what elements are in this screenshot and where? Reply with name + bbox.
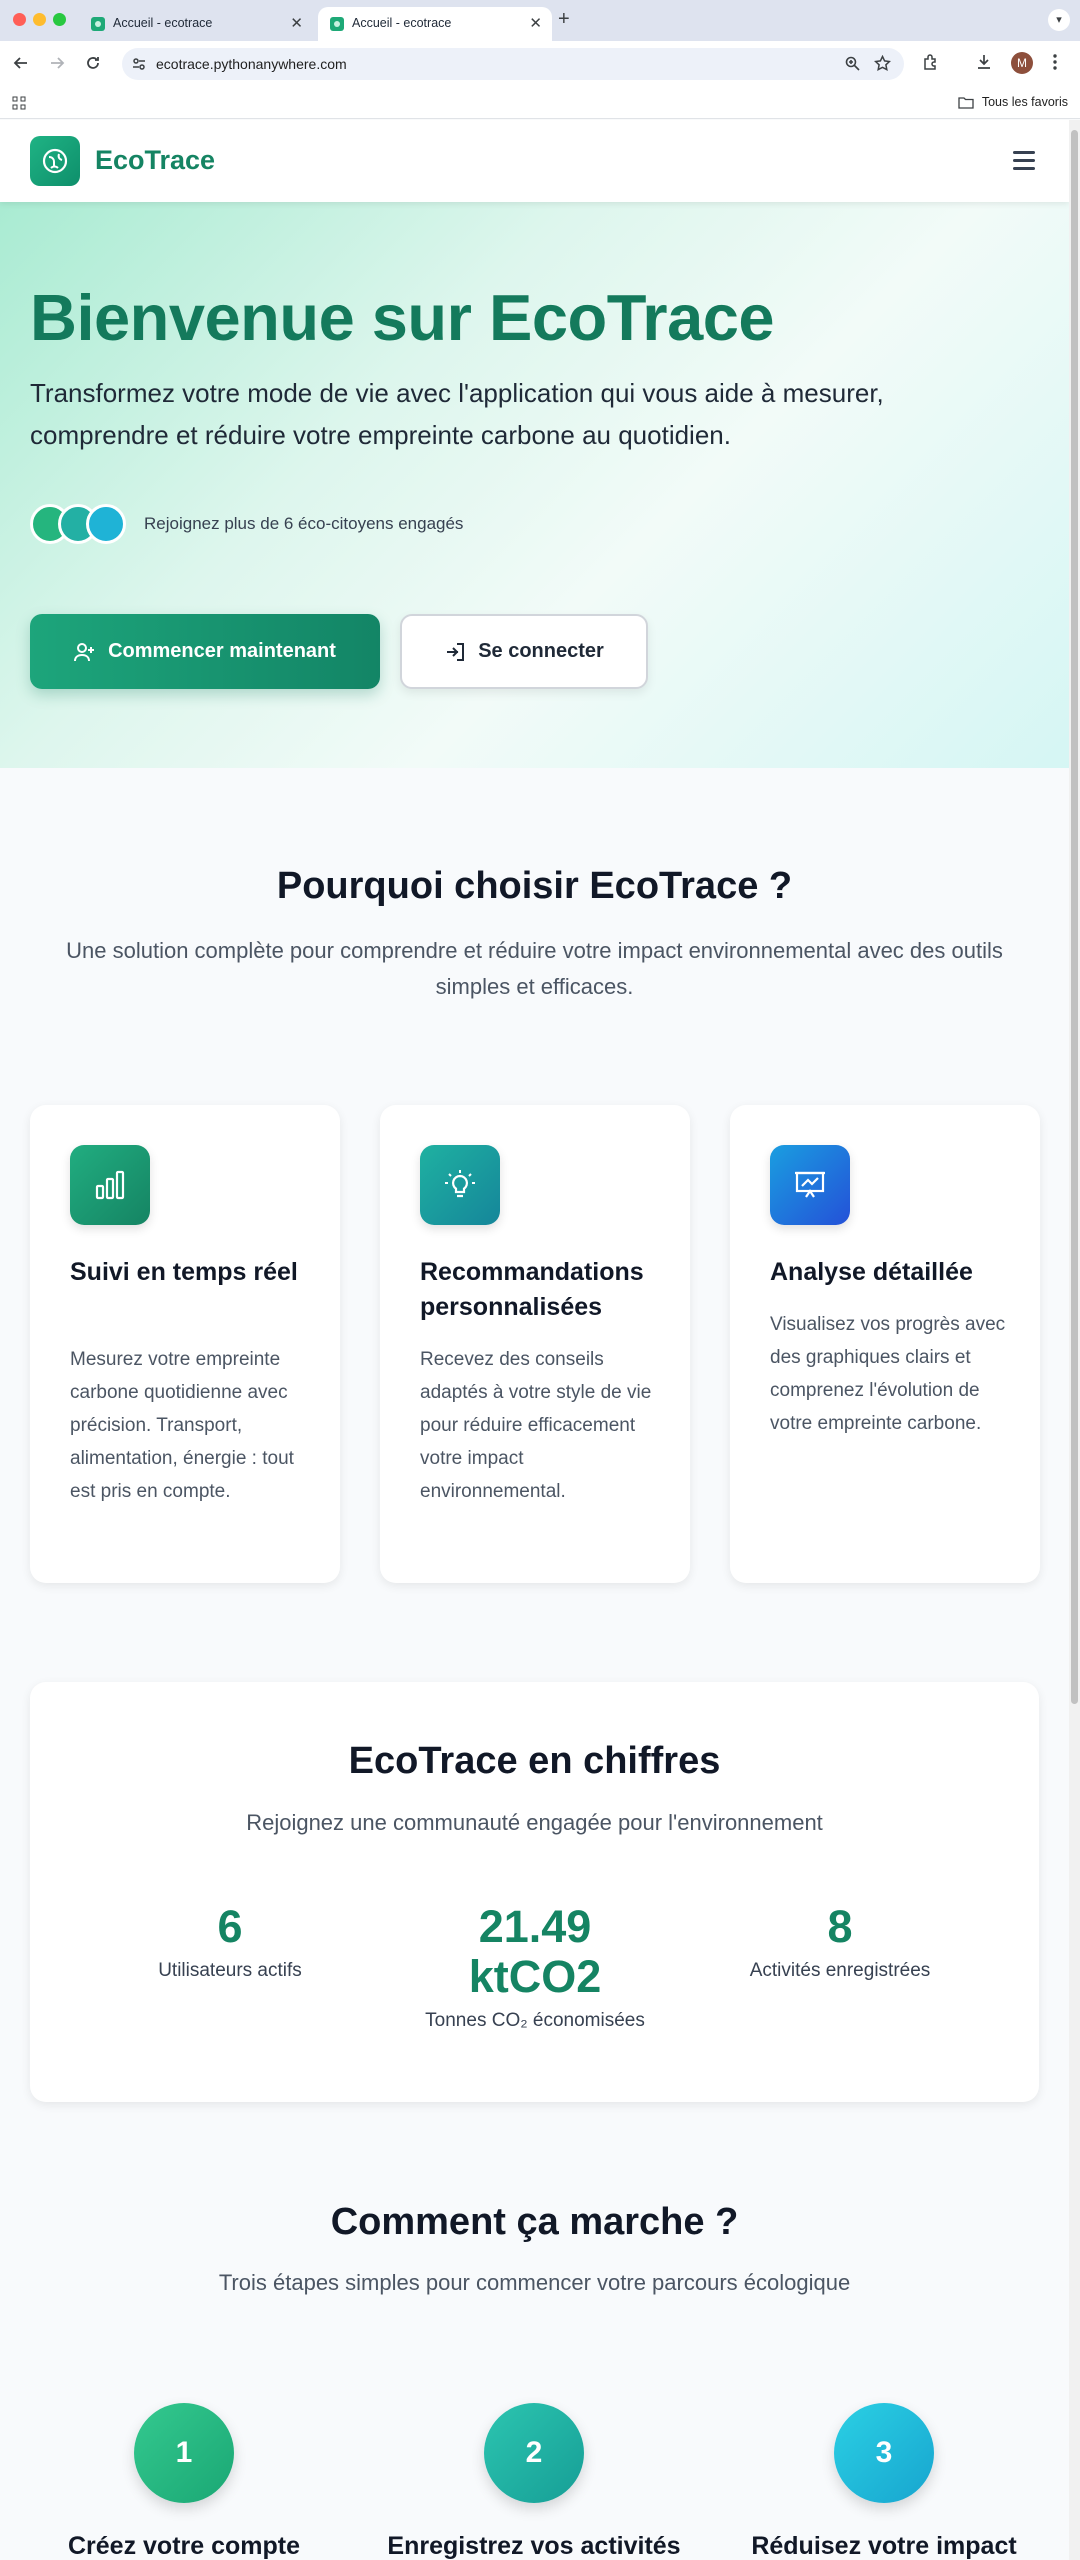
tab-search-chevron-icon[interactable]: ▾: [1048, 9, 1070, 31]
stat-value: 6: [217, 1901, 243, 1952]
social-proof-text: Rejoignez plus de 6 éco-citoyens engagés: [144, 514, 464, 533]
start-now-button[interactable]: Commencer maintenant: [30, 614, 380, 689]
browser-tab-1[interactable]: Accueil - ecotrace ✕: [79, 7, 313, 41]
step-2-title: Enregistrez vos activités: [387, 2532, 681, 2560]
browser-toolbar: ecotrace.pythonanywhere.com M: [0, 41, 1080, 86]
favicon-icon: [91, 17, 105, 31]
browser-tab-2-active[interactable]: Accueil - ecotrace ✕: [318, 7, 552, 41]
bar-chart-icon: [70, 1145, 150, 1225]
stats-subtitle: Rejoignez une communauté engagée pour l'…: [246, 1810, 823, 1835]
user-plus-icon: [74, 642, 95, 661]
tab-title: Accueil - ecotrace: [113, 16, 213, 30]
favicon-icon: [330, 17, 344, 31]
menu-hamburger-icon[interactable]: [1013, 151, 1035, 175]
minimize-window-button[interactable]: [33, 13, 46, 26]
feature-card-recommendations: Recommandations personnalisées Recevez d…: [380, 1105, 690, 1583]
all-bookmarks-label: Tous les favoris: [981, 95, 1068, 109]
brand-name[interactable]: EcoTrace: [95, 145, 215, 176]
features-subtitle: Une solution complète pour comprendre et…: [66, 938, 1003, 999]
extensions-puzzle-icon[interactable]: [922, 53, 940, 76]
community-avatars: [30, 504, 130, 544]
zoom-icon[interactable]: [845, 56, 860, 76]
hero-title: Bienvenue sur EcoTrace: [30, 281, 775, 354]
feature-text: Mesurez votre empreinte carbone quotidie…: [70, 1349, 294, 1502]
forward-arrow-icon[interactable]: [46, 52, 68, 74]
new-tab-plus-icon[interactable]: +: [558, 8, 570, 31]
feature-title: Recommandations personnalisées: [420, 1258, 644, 1321]
features-title: Pourquoi choisir EcoTrace ?: [276, 865, 793, 907]
folder-icon: [958, 96, 974, 109]
step-3-badge: 3: [834, 2403, 934, 2503]
feature-card-analysis: Analyse détaillée Visualisez vos progrès…: [730, 1105, 1040, 1583]
hero-lead: Transformez votre mode de vie avec l'app…: [30, 378, 884, 450]
profile-avatar[interactable]: M: [1011, 52, 1033, 74]
feature-text: Recevez des conseils adaptés à votre sty…: [420, 1349, 652, 1502]
back-arrow-icon[interactable]: [10, 52, 32, 74]
login-label: Se connecter: [478, 640, 604, 662]
reload-icon[interactable]: [82, 52, 104, 74]
feature-title: Suivi en temps réel: [70, 1258, 298, 1286]
stats-panel: EcoTrace en chiffres Rejoignez une commu…: [30, 1682, 1039, 2102]
stat-co2-saved: 21.49 ktCO2 Tonnes CO₂ économisées: [385, 1902, 685, 2032]
apps-grid-icon[interactable]: [12, 96, 26, 115]
avatar: [86, 504, 126, 544]
step-1-title: Créez votre compte: [67, 2532, 301, 2560]
login-button[interactable]: Se connecter: [400, 614, 648, 689]
stat-value: 8: [827, 1901, 853, 1952]
browser-menu-kebab-icon[interactable]: [1052, 53, 1058, 76]
site-info-icon[interactable]: [132, 57, 146, 76]
maximize-window-button[interactable]: [53, 13, 66, 26]
page-scrollbar[interactable]: [1069, 120, 1080, 2560]
bookmarks-bar: Tous les favoris: [0, 86, 1080, 119]
stat-value-line1: 21.49: [478, 1901, 592, 1952]
step-1-badge: 1: [134, 2403, 234, 2503]
browser-tab-strip: Accueil - ecotrace ✕ Accueil - ecotrace …: [0, 0, 1080, 41]
bookmark-star-icon[interactable]: [873, 54, 892, 77]
start-now-label: Commencer maintenant: [108, 640, 336, 662]
feature-card-realtime: Suivi en temps réel Mesurez votre emprei…: [30, 1105, 340, 1583]
feature-text: Visualisez vos progrès avec des graphiqu…: [770, 1314, 1006, 1434]
all-bookmarks-folder[interactable]: Tous les favoris: [958, 95, 1068, 109]
stat-label: Utilisateurs actifs: [158, 1960, 302, 1981]
feature-title: Analyse détaillée: [770, 1258, 973, 1286]
steps-subtitle: Trois étapes simples pour commencer votr…: [218, 2270, 851, 2295]
url-text: ecotrace.pythonanywhere.com: [156, 56, 347, 72]
lightbulb-icon: [420, 1145, 500, 1225]
stat-label: Tonnes CO₂ économisées: [425, 2010, 645, 2031]
stat-active-users: 6 Utilisateurs actifs: [120, 1902, 340, 1982]
scrollbar-thumb[interactable]: [1071, 130, 1078, 1704]
login-door-icon: [447, 642, 465, 661]
page-viewport: EcoTrace Bienvenue sur EcoTrace Transfor…: [0, 120, 1069, 2560]
download-icon[interactable]: [975, 53, 993, 76]
stat-value-line2: ktCO2: [468, 1951, 602, 2002]
hero-section: Bienvenue sur EcoTrace Transformez votre…: [0, 202, 1069, 768]
step-2-badge: 2: [484, 2403, 584, 2503]
close-tab-icon[interactable]: ✕: [290, 14, 303, 32]
steps-title: Comment ça marche ?: [330, 2201, 739, 2243]
stat-label: Activités enregistrées: [749, 1960, 931, 1981]
stat-activities: 8 Activités enregistrées: [730, 1902, 950, 1982]
presentation-chart-icon: [770, 1145, 850, 1225]
close-tab-icon[interactable]: ✕: [529, 14, 542, 32]
stats-title: EcoTrace en chiffres: [348, 1740, 721, 1782]
tab-title: Accueil - ecotrace: [352, 16, 452, 30]
logo-icon[interactable]: [30, 136, 80, 186]
close-window-button[interactable]: [13, 13, 26, 26]
address-bar[interactable]: ecotrace.pythonanywhere.com: [122, 48, 904, 80]
site-navbar: EcoTrace: [0, 120, 1069, 202]
step-3-title: Réduisez votre impact: [751, 2532, 1017, 2560]
